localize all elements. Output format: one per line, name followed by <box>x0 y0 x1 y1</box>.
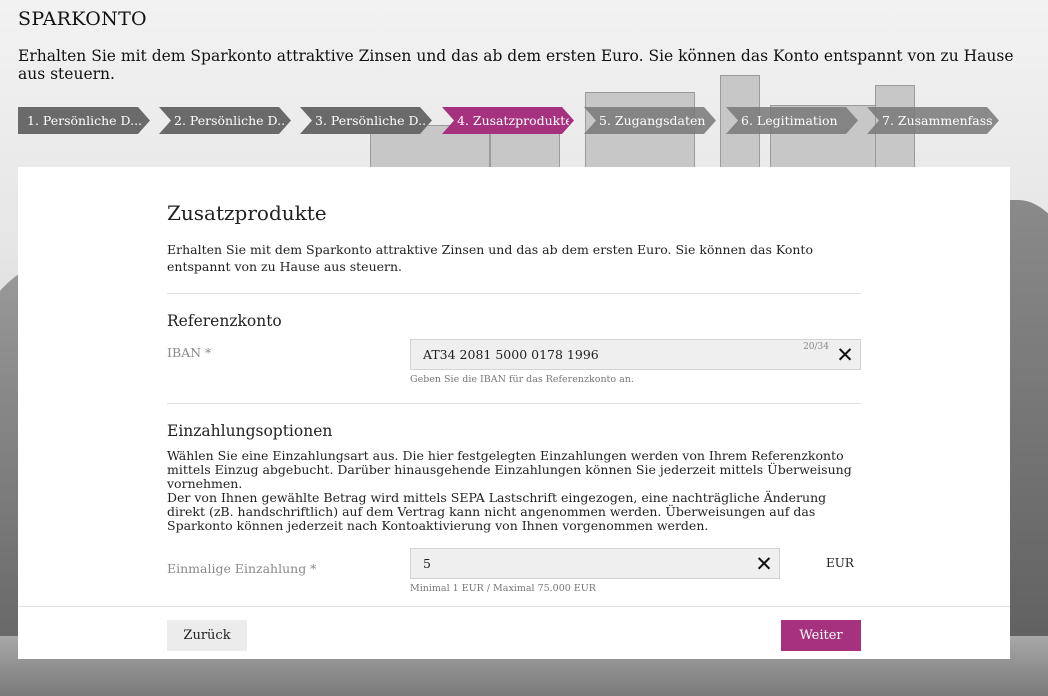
section-title: Zusatzprodukte <box>167 201 327 225</box>
step-2-personal-data[interactable]: 2. Persönliche D... <box>159 107 291 134</box>
form-footer: Zurück Weiter <box>18 606 1010 659</box>
step-7-summary: 7. Zusammenfass... <box>867 107 999 134</box>
einzahlung-description: Wählen Sie eine Einzahlungsart aus. Die … <box>167 448 852 491</box>
amount-value: 5 <box>423 556 431 571</box>
step-5-access-data: 5. Zugangsdaten <box>584 107 716 134</box>
page-title: SPARKONTO <box>18 8 147 30</box>
sepa-notice: Der von Ihnen gewählte Betrag wird mitte… <box>167 490 827 533</box>
form-scroll-area[interactable]: Zusatzprodukte Erhalten Sie mit dem Spar… <box>18 167 1010 606</box>
back-button[interactable]: Zurück <box>167 620 247 651</box>
amount-input[interactable]: 5 ✕ <box>410 548 780 579</box>
iban-input[interactable]: AT34 2081 5000 0178 1996 20/34 ✕ <box>410 339 861 370</box>
iban-label: IBAN * <box>167 345 212 360</box>
referenzkonto-title: Referenzkonto <box>167 312 282 330</box>
amount-hint: Minimal 1 EUR / Maximal 75.000 EUR <box>410 583 596 594</box>
clear-iban-icon[interactable]: ✕ <box>836 345 854 366</box>
step-1-personal-data[interactable]: 1. Persönliche D... <box>18 107 150 134</box>
einzahlungsoptionen-title: Einzahlungsoptionen <box>167 422 333 440</box>
iban-value: AT34 2081 5000 0178 1996 <box>423 347 599 362</box>
form-card: Zusatzprodukte Erhalten Sie mit dem Spar… <box>18 167 1010 659</box>
step-6-legitimation: 6. Legitimation <box>726 107 858 134</box>
step-3-personal-data[interactable]: 3. Persönliche D... <box>300 107 432 134</box>
section-intro: Erhalten Sie mit dem Sparkonto attraktiv… <box>167 242 813 274</box>
iban-char-counter: 20/34 <box>803 342 829 352</box>
step-4-additional-products[interactable]: 4. Zusatzprodukte <box>442 107 574 134</box>
clear-amount-icon[interactable]: ✕ <box>755 554 773 575</box>
divider <box>167 403 861 404</box>
page-description: Erhalten Sie mit dem Sparkonto attraktiv… <box>18 47 1014 83</box>
iban-hint: Geben Sie die IBAN für das Referenzkonto… <box>410 374 634 385</box>
currency-unit: EUR <box>826 556 854 570</box>
divider <box>167 293 861 294</box>
amount-label: Einmalige Einzahlung * <box>167 561 317 576</box>
next-button[interactable]: Weiter <box>781 620 861 651</box>
